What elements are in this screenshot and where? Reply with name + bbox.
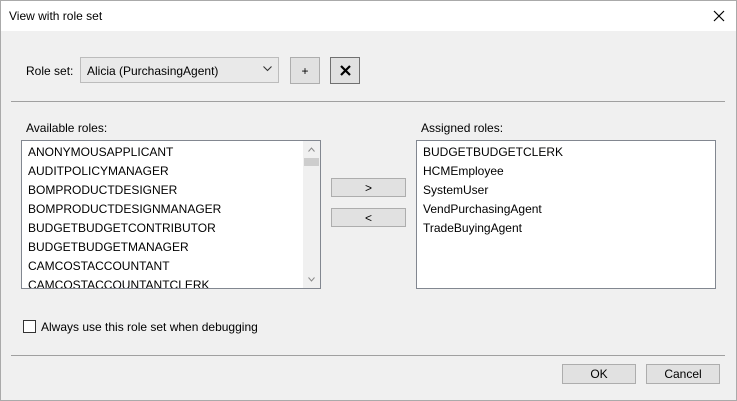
list-item[interactable]: TradeBuyingAgent xyxy=(417,219,563,238)
list-item[interactable]: BUDGETBUDGETCONTRIBUTOR xyxy=(22,219,221,238)
unassign-role-button[interactable]: < xyxy=(331,208,406,227)
vertical-scrollbar[interactable] xyxy=(303,141,320,288)
cancel-button[interactable]: Cancel xyxy=(646,364,720,384)
role-set-value: Alicia (PurchasingAgent) xyxy=(87,64,219,78)
list-item[interactable]: BOMPRODUCTDESIGNER xyxy=(22,181,221,200)
list-item[interactable]: VendPurchasingAgent xyxy=(417,200,563,219)
window-title: View with role set xyxy=(9,9,103,23)
always-use-role-set-checkbox[interactable] xyxy=(23,320,36,333)
list-item[interactable]: BUDGETBUDGETCLERK xyxy=(417,143,563,162)
chevron-down-icon xyxy=(308,277,315,282)
scroll-thumb[interactable] xyxy=(304,158,319,166)
bottom-separator xyxy=(11,355,725,356)
unassign-role-label: < xyxy=(364,210,372,225)
ok-label: OK xyxy=(590,367,608,381)
scroll-down-button[interactable] xyxy=(303,271,320,288)
list-item[interactable]: CAMCOSTACCOUNTANT xyxy=(22,257,221,276)
top-separator xyxy=(11,101,725,102)
list-item[interactable]: AUDITPOLICYMANAGER xyxy=(22,162,221,181)
delete-icon xyxy=(339,65,351,76)
available-roles-label: Available roles: xyxy=(26,121,108,135)
list-item[interactable]: CAMCOSTACCOUNTANTCLERK xyxy=(22,276,221,288)
delete-role-set-button[interactable] xyxy=(330,57,360,84)
close-icon xyxy=(713,10,725,22)
add-role-set-button[interactable]: + xyxy=(290,57,320,84)
scroll-up-button[interactable] xyxy=(303,141,320,158)
list-item[interactable]: HCMEmployee xyxy=(417,162,563,181)
list-item[interactable]: BUDGETBUDGETMANAGER xyxy=(22,238,221,257)
add-role-set-label: + xyxy=(301,63,309,78)
assigned-roles-label: Assigned roles: xyxy=(421,121,504,135)
role-set-dropdown[interactable]: Alicia (PurchasingAgent) xyxy=(80,57,279,83)
available-roles-list[interactable]: ANONYMOUSAPPLICANT AUDITPOLICYMANAGER BO… xyxy=(21,140,321,289)
list-item[interactable]: SystemUser xyxy=(417,181,563,200)
list-item[interactable]: BOMPRODUCTDESIGNMANAGER xyxy=(22,200,221,219)
chevron-up-icon xyxy=(308,147,315,152)
assign-role-label: > xyxy=(364,180,372,195)
assign-role-button[interactable]: > xyxy=(331,178,406,197)
assigned-roles-list[interactable]: BUDGETBUDGETCLERK HCMEmployee SystemUser… xyxy=(416,140,716,289)
role-set-label: Role set: xyxy=(26,64,74,78)
list-item[interactable]: ANONYMOUSAPPLICANT xyxy=(22,143,221,162)
ok-button[interactable]: OK xyxy=(562,364,636,384)
always-use-role-set-label: Always use this role set when debugging xyxy=(41,320,258,334)
cancel-label: Cancel xyxy=(664,367,702,381)
dialog-window: View with role set Role set: Alicia (Pur… xyxy=(0,0,737,401)
close-button[interactable] xyxy=(708,5,730,27)
title-bar: View with role set xyxy=(1,1,736,31)
chevron-down-icon xyxy=(263,66,272,72)
